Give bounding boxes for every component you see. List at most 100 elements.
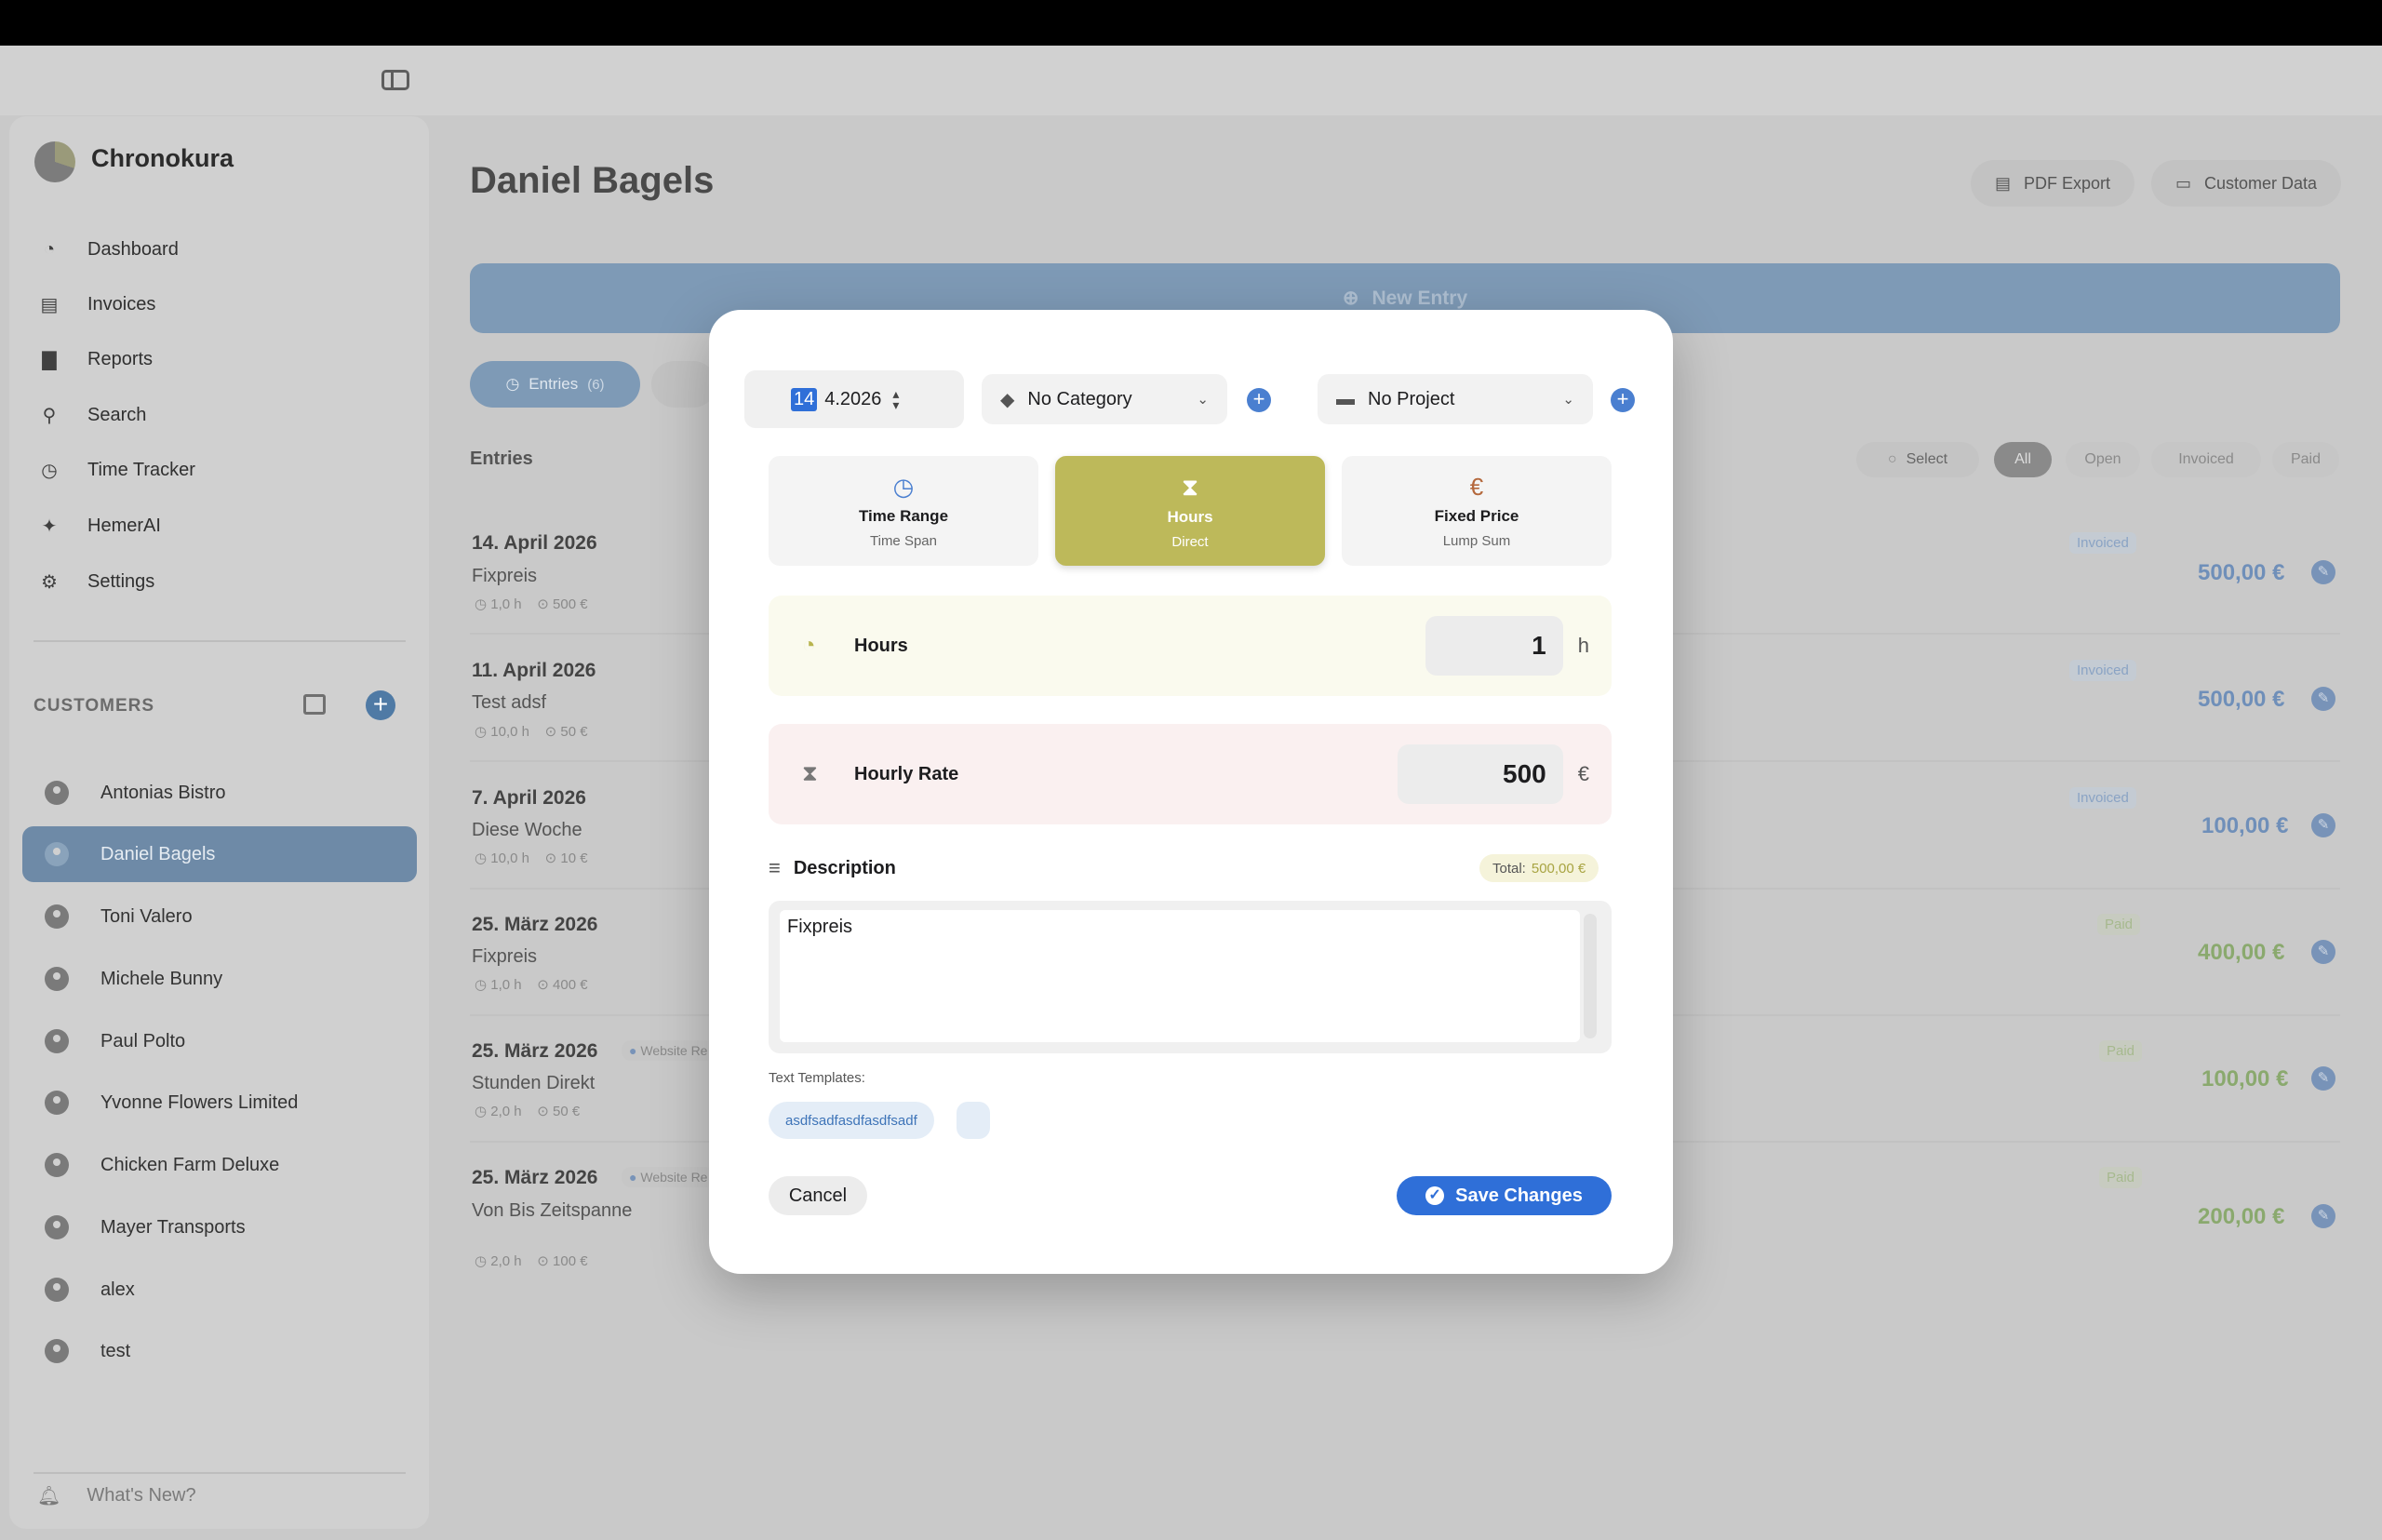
customer-item[interactable]: Antonias Bistro <box>22 765 417 821</box>
pdf-export-label: PDF Export <box>2024 173 2111 193</box>
hours-input[interactable]: 1 <box>1425 616 1563 676</box>
filter-all[interactable]: All <box>1994 442 2052 477</box>
template-chip[interactable]: asdfsadfasdfasdfsadf <box>769 1102 934 1139</box>
type-hours[interactable]: ⧗ Hours Direct <box>1055 456 1325 566</box>
person-icon <box>45 1029 69 1053</box>
category-select[interactable]: ◆ No Category ⌄ <box>982 374 1227 424</box>
nav-hemerai[interactable]: ✦ HemerAI <box>37 505 161 546</box>
template-chip-empty[interactable] <box>957 1102 990 1139</box>
description-textarea[interactable]: Fixpreis <box>780 910 1580 1042</box>
entry-rate: 10 € <box>560 850 588 866</box>
edit-icon[interactable]: ✎ <box>2311 687 2335 711</box>
filter-open[interactable]: Open <box>2066 442 2140 477</box>
entry-hours: 10,0 h <box>490 724 529 740</box>
customer-name: Antonias Bistro <box>100 782 226 803</box>
nav-time-tracker[interactable]: ◷ Time Tracker <box>37 449 195 490</box>
tab-projects[interactable] <box>651 361 716 408</box>
customer-item[interactable]: test <box>22 1323 417 1379</box>
customer-item[interactable]: Mayer Transports <box>22 1199 417 1255</box>
archive-icon[interactable] <box>303 694 326 715</box>
nav-reports[interactable]: ▇ Reports <box>37 339 153 380</box>
cancel-button[interactable]: Cancel <box>769 1176 867 1215</box>
bell-icon: 🔔︎ <box>37 1486 61 1507</box>
tag-icon: ◆ <box>1000 389 1015 410</box>
customer-name: Chicken Farm Deluxe <box>100 1154 280 1175</box>
type-title: Hours <box>1167 507 1213 526</box>
entry-hours: 1,0 h <box>490 977 522 993</box>
edit-icon[interactable]: ✎ <box>2311 813 2335 837</box>
text-align-icon: ≡ <box>769 856 781 879</box>
status-badge: Paid <box>2099 1040 2143 1062</box>
description-scrollbar[interactable] <box>1584 914 1597 1038</box>
customer-data-button[interactable]: ▭ Customer Data <box>2151 160 2342 207</box>
nav-invoices[interactable]: ▤ Invoices <box>37 284 156 325</box>
type-subtitle: Time Span <box>870 533 937 549</box>
type-time-range[interactable]: ◷ Time Range Time Span <box>769 456 1038 566</box>
edit-icon[interactable]: ✎ <box>2311 1204 2335 1228</box>
save-changes-button[interactable]: ✓ Save Changes <box>1397 1176 1612 1215</box>
entry-description: Stunden Direkt <box>472 1073 596 1093</box>
project-tag-label: Website Re <box>640 1170 708 1185</box>
hours-field: ◔ Hours 1 h <box>769 596 1612 696</box>
project-tag-label: Website Re <box>640 1043 708 1058</box>
filter-invoiced[interactable]: Invoiced <box>2151 442 2261 477</box>
whats-new-link[interactable]: 🔔︎ What's New? <box>37 1484 196 1507</box>
customer-item[interactable]: Chicken Farm Deluxe <box>22 1137 417 1193</box>
customer-item-active[interactable]: Daniel Bagels <box>22 826 417 882</box>
description-label: Description <box>793 857 896 878</box>
add-customer-button[interactable]: + <box>366 690 395 720</box>
hourly-rate-input[interactable]: 500 <box>1397 744 1563 804</box>
customer-item[interactable]: Toni Valero <box>22 889 417 944</box>
date-field[interactable]: 14 4.2026 ▴ ▾ <box>744 370 964 428</box>
customer-item[interactable]: Michele Bunny <box>22 951 417 1007</box>
sparkle-icon: ✦ <box>41 516 58 537</box>
add-project-button[interactable]: + <box>1611 388 1635 412</box>
entry-hours: 2,0 h <box>490 1253 522 1269</box>
whats-new-label: What's New? <box>87 1485 196 1506</box>
customer-name: Mayer Transports <box>100 1216 246 1238</box>
customer-item[interactable]: Paul Polto <box>22 1013 417 1069</box>
tab-entries[interactable]: ◷ Entries (6) <box>470 361 640 408</box>
pdf-export-button[interactable]: ▤ PDF Export <box>1971 160 2135 207</box>
entry-description: Von Bis Zeitspanne <box>472 1200 633 1221</box>
plus-circle-icon: ⊕ <box>1342 288 1359 309</box>
nav-dashboard[interactable]: ◔ Dashboard <box>37 229 179 270</box>
nav-search[interactable]: ⚲ Search <box>37 395 147 435</box>
circle-icon: ○ <box>1887 451 1897 467</box>
select-toggle[interactable]: ○ Select <box>1856 442 1979 477</box>
nav-settings[interactable]: ⚙ Settings <box>37 561 154 602</box>
search-icon: ⚲ <box>42 405 57 426</box>
customer-item[interactable]: alex <box>22 1262 417 1318</box>
sidebar-divider <box>33 1472 406 1474</box>
add-category-button[interactable]: + <box>1247 388 1271 412</box>
date-day[interactable]: 14 <box>791 387 818 411</box>
edit-icon[interactable]: ✎ <box>2311 560 2335 584</box>
project-tag: ● Website Re <box>622 1040 716 1061</box>
sidebar-divider <box>33 640 406 642</box>
tab-entries-count: (6) <box>587 376 605 393</box>
folder-icon: ▬ <box>1336 388 1355 409</box>
hourly-rate-field: ⧗ Hourly Rate 500 € <box>769 724 1612 824</box>
entry-description: Fixpreis <box>472 566 538 586</box>
filter-paid[interactable]: Paid <box>2272 442 2339 477</box>
entry-meta: ◷ 2,0 h ⊙ 50 € <box>475 1104 581 1119</box>
new-entry-label: New Entry <box>1372 287 1468 309</box>
entry-amount: 200,00 € <box>2198 1204 2285 1229</box>
entry-amount: 400,00 € <box>2198 940 2285 965</box>
entry-meta: ◷ 10,0 h ⊙ 50 € <box>475 724 588 740</box>
entry-description: Test adsf <box>472 692 547 713</box>
date-stepper-icon[interactable]: ▴ ▾ <box>892 387 899 411</box>
hourglass-icon: ⧗ <box>802 761 818 786</box>
type-subtitle: Direct <box>1171 533 1209 550</box>
entry-rate: 100 € <box>553 1253 588 1269</box>
type-fixed-price[interactable]: € Fixed Price Lump Sum <box>1342 456 1612 566</box>
hours-label: Hours <box>854 635 908 656</box>
euro-icon: € <box>1469 473 1484 501</box>
date-month-year[interactable]: 4.2026 <box>824 389 881 410</box>
sidebar-toggle-icon[interactable] <box>381 70 409 90</box>
customer-item[interactable]: Yvonne Flowers Limited <box>22 1075 417 1131</box>
edit-icon[interactable]: ✎ <box>2311 940 2335 964</box>
entry-date: 7. April 2026 <box>472 787 586 809</box>
project-select[interactable]: ▬ No Project ⌄ <box>1318 374 1593 424</box>
edit-icon[interactable]: ✎ <box>2311 1066 2335 1091</box>
